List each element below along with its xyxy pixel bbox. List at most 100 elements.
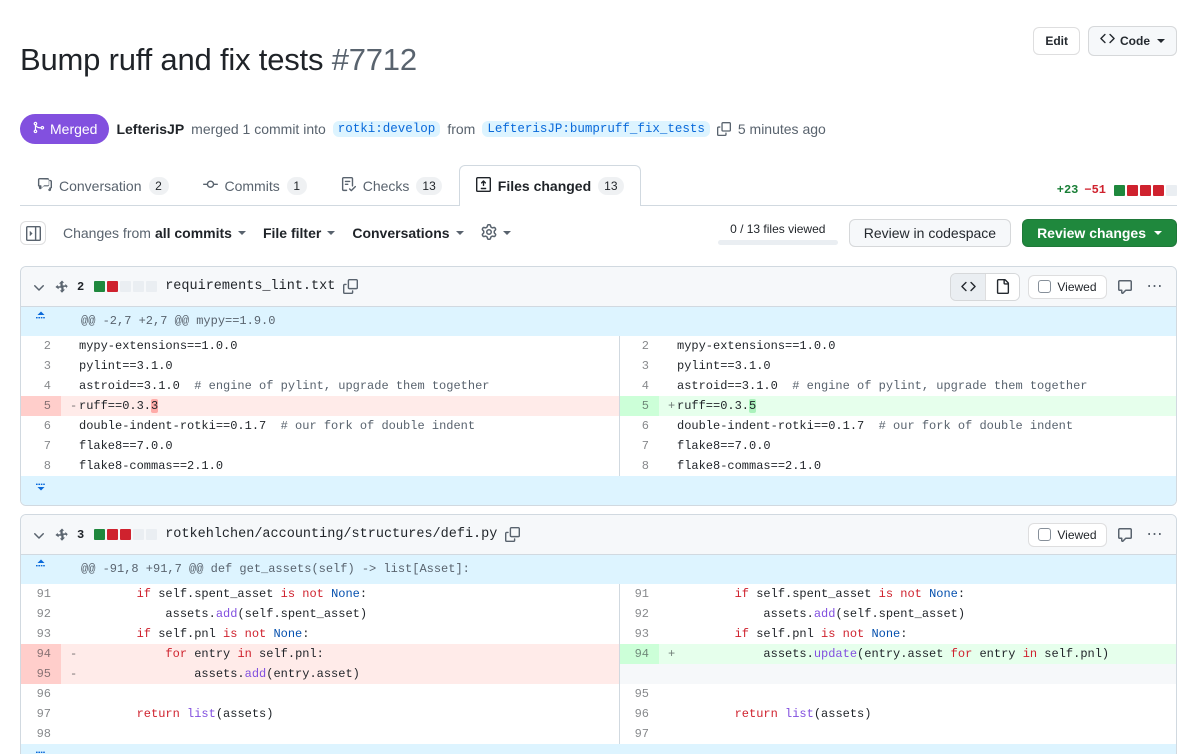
checklist-icon xyxy=(341,177,356,195)
diff-hunk-header-text: @@ -91,8 +91,7 @@ def get_assets(self) -… xyxy=(61,555,1176,585)
diff-line-number-left[interactable]: 93 xyxy=(21,624,61,645)
tab-commits[interactable]: Commits 1 xyxy=(186,165,324,206)
diff-settings-dropdown[interactable] xyxy=(481,223,511,243)
diff-line-number-right[interactable]: 97 xyxy=(619,724,659,745)
diff-sign xyxy=(668,336,677,356)
move-file-icon[interactable] xyxy=(55,528,69,542)
kebab-horizontal-icon[interactable]: ⋯ xyxy=(1143,526,1169,542)
conversations-dropdown[interactable]: Conversations xyxy=(352,225,464,241)
diff-line-number-right[interactable]: 93 xyxy=(619,624,659,645)
viewed-checkbox[interactable]: Viewed xyxy=(1028,522,1107,547)
files-list: 2 requirements_lint.txt Viewed ⋯ @@ -2,7 +2,… xyxy=(20,266,1177,754)
copy-path-icon[interactable] xyxy=(505,527,521,543)
diff-code-cell: flake8==7.0.0 xyxy=(61,436,620,457)
copy-branch-icon[interactable] xyxy=(716,122,731,137)
viewed-label: Viewed xyxy=(1057,279,1097,294)
diff-line-number-right[interactable]: 5 xyxy=(619,396,659,417)
diff-line-number-left[interactable]: 91 xyxy=(21,584,61,605)
diff-line-number-right[interactable]: 8 xyxy=(619,456,659,477)
tab-conversation[interactable]: Conversation 2 xyxy=(20,165,186,206)
file-header-right: Viewed ⋯ xyxy=(1028,522,1169,547)
review-changes-button[interactable]: Review changes xyxy=(1022,219,1177,248)
base-branch-tag[interactable]: rotki:develop xyxy=(332,121,441,138)
diff-row: 7 flake8==7.0.0 7 flake8==7.0.0 xyxy=(21,436,1176,457)
diff-line-number-left[interactable]: 7 xyxy=(21,436,61,457)
diff-line-number-right[interactable]: 95 xyxy=(619,684,659,705)
copy-path-icon[interactable] xyxy=(343,279,359,295)
diff-line-number-left[interactable]: 2 xyxy=(21,336,61,357)
diff-line-number-left[interactable]: 95 xyxy=(21,664,61,685)
diff-sign xyxy=(70,416,79,436)
pr-author[interactable]: LefterisJP xyxy=(116,121,184,137)
diff-code-cell: flake8-commas==2.1.0 xyxy=(61,456,620,477)
collapse-file-chevron-icon[interactable] xyxy=(31,279,47,295)
expand-up-icon[interactable] xyxy=(21,307,61,337)
files-toolbar-left: Changes from all commits File filter Con… xyxy=(20,221,511,246)
file-diffstat-block xyxy=(94,529,106,541)
tab-checks[interactable]: Checks 13 xyxy=(324,165,459,206)
from-text: from xyxy=(447,121,476,138)
code-view-icon[interactable] xyxy=(951,273,986,300)
file-diffstat-block xyxy=(120,281,132,293)
file-filter-dropdown[interactable]: File filter xyxy=(263,225,336,241)
diff-line-number-left[interactable]: 96 xyxy=(21,684,61,705)
sidebar-expand-icon[interactable] xyxy=(20,221,46,246)
checkbox-icon[interactable] xyxy=(1038,280,1052,294)
changes-from-dropdown[interactable]: Changes from all commits xyxy=(63,225,246,241)
merged-text: merged 1 commit into xyxy=(191,121,326,138)
diff-line-number-left[interactable]: 5 xyxy=(21,396,61,417)
diffstat-block xyxy=(1140,184,1151,196)
diff-line-number-left[interactable]: 98 xyxy=(21,724,61,745)
diff-line-number-right[interactable]: 2 xyxy=(619,336,659,357)
diff-line-number-right[interactable]: 4 xyxy=(619,376,659,397)
diff-line-number-right[interactable]: 6 xyxy=(619,416,659,437)
review-in-codespace-button[interactable]: Review in codespace xyxy=(848,219,1012,248)
diff-line-number-right[interactable] xyxy=(619,664,659,685)
file-diffstat-blocks xyxy=(94,529,158,541)
viewed-progress-label: 0 / 13 files viewed xyxy=(730,221,826,236)
diff-line-number-right[interactable]: 92 xyxy=(619,604,659,625)
head-branch-tag[interactable]: LefterisJP:bumpruff_fix_tests xyxy=(482,121,710,138)
tab-files-changed[interactable]: Files changed 13 xyxy=(458,165,641,207)
diff-line-number-right[interactable]: 3 xyxy=(619,356,659,377)
file-path[interactable]: rotkehlchen/accounting/structures/defi.p… xyxy=(165,527,497,542)
diffstat-blocks xyxy=(1114,184,1177,196)
diff-line-number-left[interactable]: 6 xyxy=(21,416,61,437)
file-diff-header: 2 requirements_lint.txt Viewed ⋯ xyxy=(21,267,1176,308)
pr-meta-row: Merged LefterisJP merged 1 commit into r… xyxy=(20,114,1177,145)
collapse-file-chevron-icon[interactable] xyxy=(31,527,47,543)
diff-line-number-right[interactable]: 7 xyxy=(619,436,659,457)
diff-sign xyxy=(668,724,677,744)
expand-down-icon[interactable] xyxy=(21,476,61,506)
diff-code-cell: assets.add(self.spent_asset) xyxy=(659,604,1176,625)
move-file-icon[interactable] xyxy=(55,280,69,294)
kebab-horizontal-icon[interactable]: ⋯ xyxy=(1143,278,1169,294)
file-view-icon[interactable] xyxy=(985,273,1020,300)
diff-line-number-left[interactable]: 8 xyxy=(21,456,61,477)
diff-line-number-right[interactable]: 96 xyxy=(619,704,659,725)
files-toolbar: Changes from all commits File filter Con… xyxy=(20,208,1177,258)
expand-down-icon[interactable] xyxy=(21,744,61,754)
expand-up-icon[interactable] xyxy=(21,555,61,585)
diff-line-number-right[interactable]: 91 xyxy=(619,584,659,605)
diff-line-number-right[interactable]: 94 xyxy=(619,644,659,665)
viewed-checkbox[interactable]: Viewed xyxy=(1028,274,1107,299)
tab-commits-label: Commits xyxy=(224,178,280,195)
diff-line-number-left[interactable]: 94 xyxy=(21,644,61,665)
checkbox-icon[interactable] xyxy=(1038,528,1052,542)
diff-sign: - xyxy=(70,647,78,662)
edit-button[interactable]: Edit xyxy=(1033,27,1080,55)
diff-sign xyxy=(668,416,677,436)
code-button[interactable]: Code xyxy=(1088,26,1177,56)
diff-line-number-left[interactable]: 4 xyxy=(21,376,61,397)
file-comment-icon[interactable] xyxy=(1115,525,1135,545)
diff-line-number-left[interactable]: 3 xyxy=(21,356,61,377)
diff-line-number-left[interactable]: 92 xyxy=(21,604,61,625)
file-path[interactable]: requirements_lint.txt xyxy=(165,279,335,294)
file-comment-icon[interactable] xyxy=(1115,277,1135,297)
diff-code-cell: + assets.update(entry.asset for entry in… xyxy=(659,644,1176,665)
diff-sign xyxy=(70,704,79,724)
file-diffstat-block xyxy=(107,281,119,293)
diff-line-number-left[interactable]: 97 xyxy=(21,704,61,725)
file-change-count: 3 xyxy=(77,527,85,542)
